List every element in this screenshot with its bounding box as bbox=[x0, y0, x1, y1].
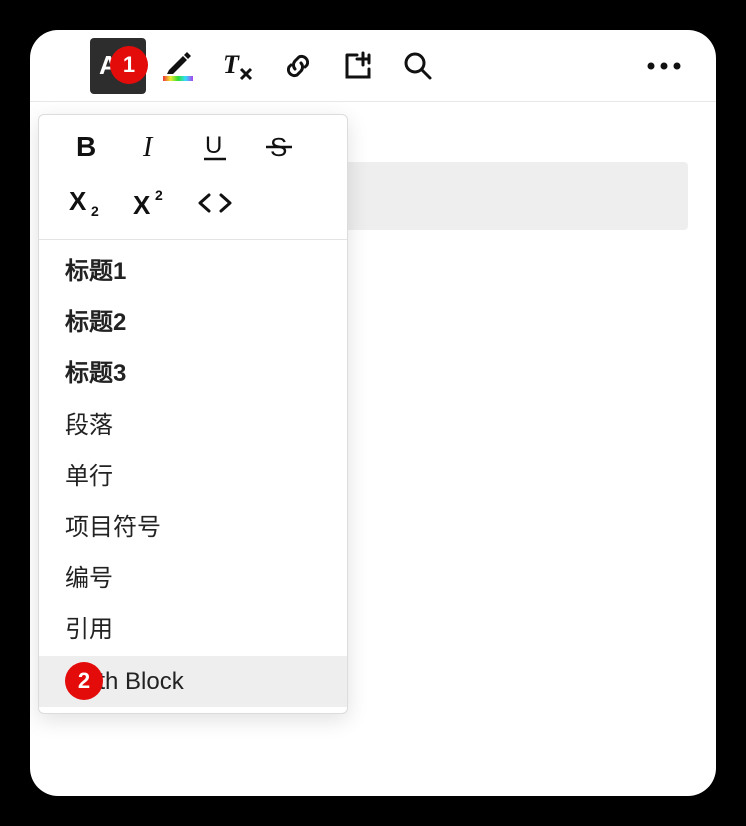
menu-item-heading2[interactable]: 标题2 bbox=[39, 297, 347, 348]
underline-icon: U bbox=[202, 132, 228, 162]
bold-icon: B bbox=[74, 133, 100, 161]
menu-item-math-block[interactable]: Math Block 2 bbox=[39, 656, 347, 707]
highlight-button[interactable] bbox=[150, 38, 206, 94]
menu-label: 引用 bbox=[65, 614, 113, 645]
menu-label: 项目符号 bbox=[65, 512, 161, 543]
bold-button[interactable]: B bbox=[59, 125, 115, 169]
svg-text:B: B bbox=[76, 133, 96, 161]
code-button[interactable] bbox=[187, 181, 243, 225]
menu-label: 段落 bbox=[65, 410, 113, 441]
svg-text:2: 2 bbox=[91, 203, 99, 218]
svg-text:2: 2 bbox=[155, 188, 163, 203]
menu-item-quote[interactable]: 引用 bbox=[39, 604, 347, 655]
code-icon bbox=[196, 191, 234, 215]
insert-icon bbox=[343, 51, 373, 81]
annotation-badge-2: 2 bbox=[65, 662, 103, 700]
svg-text:U: U bbox=[205, 132, 222, 159]
menu-label: 编号 bbox=[65, 563, 113, 594]
link-button[interactable] bbox=[270, 38, 326, 94]
svg-text:I: I bbox=[142, 133, 154, 161]
menu-label: 标题2 bbox=[65, 307, 126, 338]
svg-text:X: X bbox=[133, 190, 151, 218]
menu-item-heading1[interactable]: 标题1 bbox=[39, 246, 347, 297]
italic-button[interactable]: I bbox=[123, 125, 179, 169]
svg-text:T: T bbox=[223, 51, 240, 79]
menu-label: 标题1 bbox=[65, 256, 126, 287]
clear-format-button[interactable]: T bbox=[210, 38, 266, 94]
block-type-list: 标题1 标题2 标题3 段落 单行 项目符号 编号 引用 Math Block … bbox=[39, 240, 347, 713]
underline-button[interactable]: U bbox=[187, 125, 243, 169]
search-button[interactable] bbox=[390, 38, 446, 94]
menu-label: 单行 bbox=[65, 461, 113, 492]
editor-window: 1 A a T bbox=[30, 30, 716, 796]
menu-item-numbered-list[interactable]: 编号 bbox=[39, 553, 347, 604]
more-icon bbox=[646, 61, 682, 71]
menu-item-heading3[interactable]: 标题3 bbox=[39, 348, 347, 399]
format-dropdown: B I U S bbox=[38, 114, 348, 714]
search-icon bbox=[402, 50, 434, 82]
editor-content: B I U S bbox=[30, 102, 716, 796]
menu-item-single-line[interactable]: 单行 bbox=[39, 451, 347, 502]
more-button[interactable] bbox=[636, 38, 692, 94]
superscript-button[interactable]: X 2 bbox=[123, 181, 179, 225]
clear-format-icon: T bbox=[221, 51, 255, 81]
strikethrough-icon: S bbox=[266, 133, 292, 161]
strikethrough-button[interactable]: S bbox=[251, 125, 307, 169]
menu-item-bullet-list[interactable]: 项目符号 bbox=[39, 502, 347, 553]
superscript-icon: X 2 bbox=[133, 188, 169, 218]
insert-button[interactable] bbox=[330, 38, 386, 94]
link-icon bbox=[282, 50, 314, 82]
highlight-icon bbox=[163, 50, 193, 81]
menu-item-paragraph[interactable]: 段落 bbox=[39, 400, 347, 451]
svg-text:X: X bbox=[69, 188, 87, 216]
annotation-badge-1: 1 bbox=[110, 46, 148, 84]
menu-label: 标题3 bbox=[65, 358, 126, 389]
italic-icon: I bbox=[141, 133, 161, 161]
subscript-icon: X 2 bbox=[69, 188, 105, 218]
subscript-button[interactable]: X 2 bbox=[59, 181, 115, 225]
